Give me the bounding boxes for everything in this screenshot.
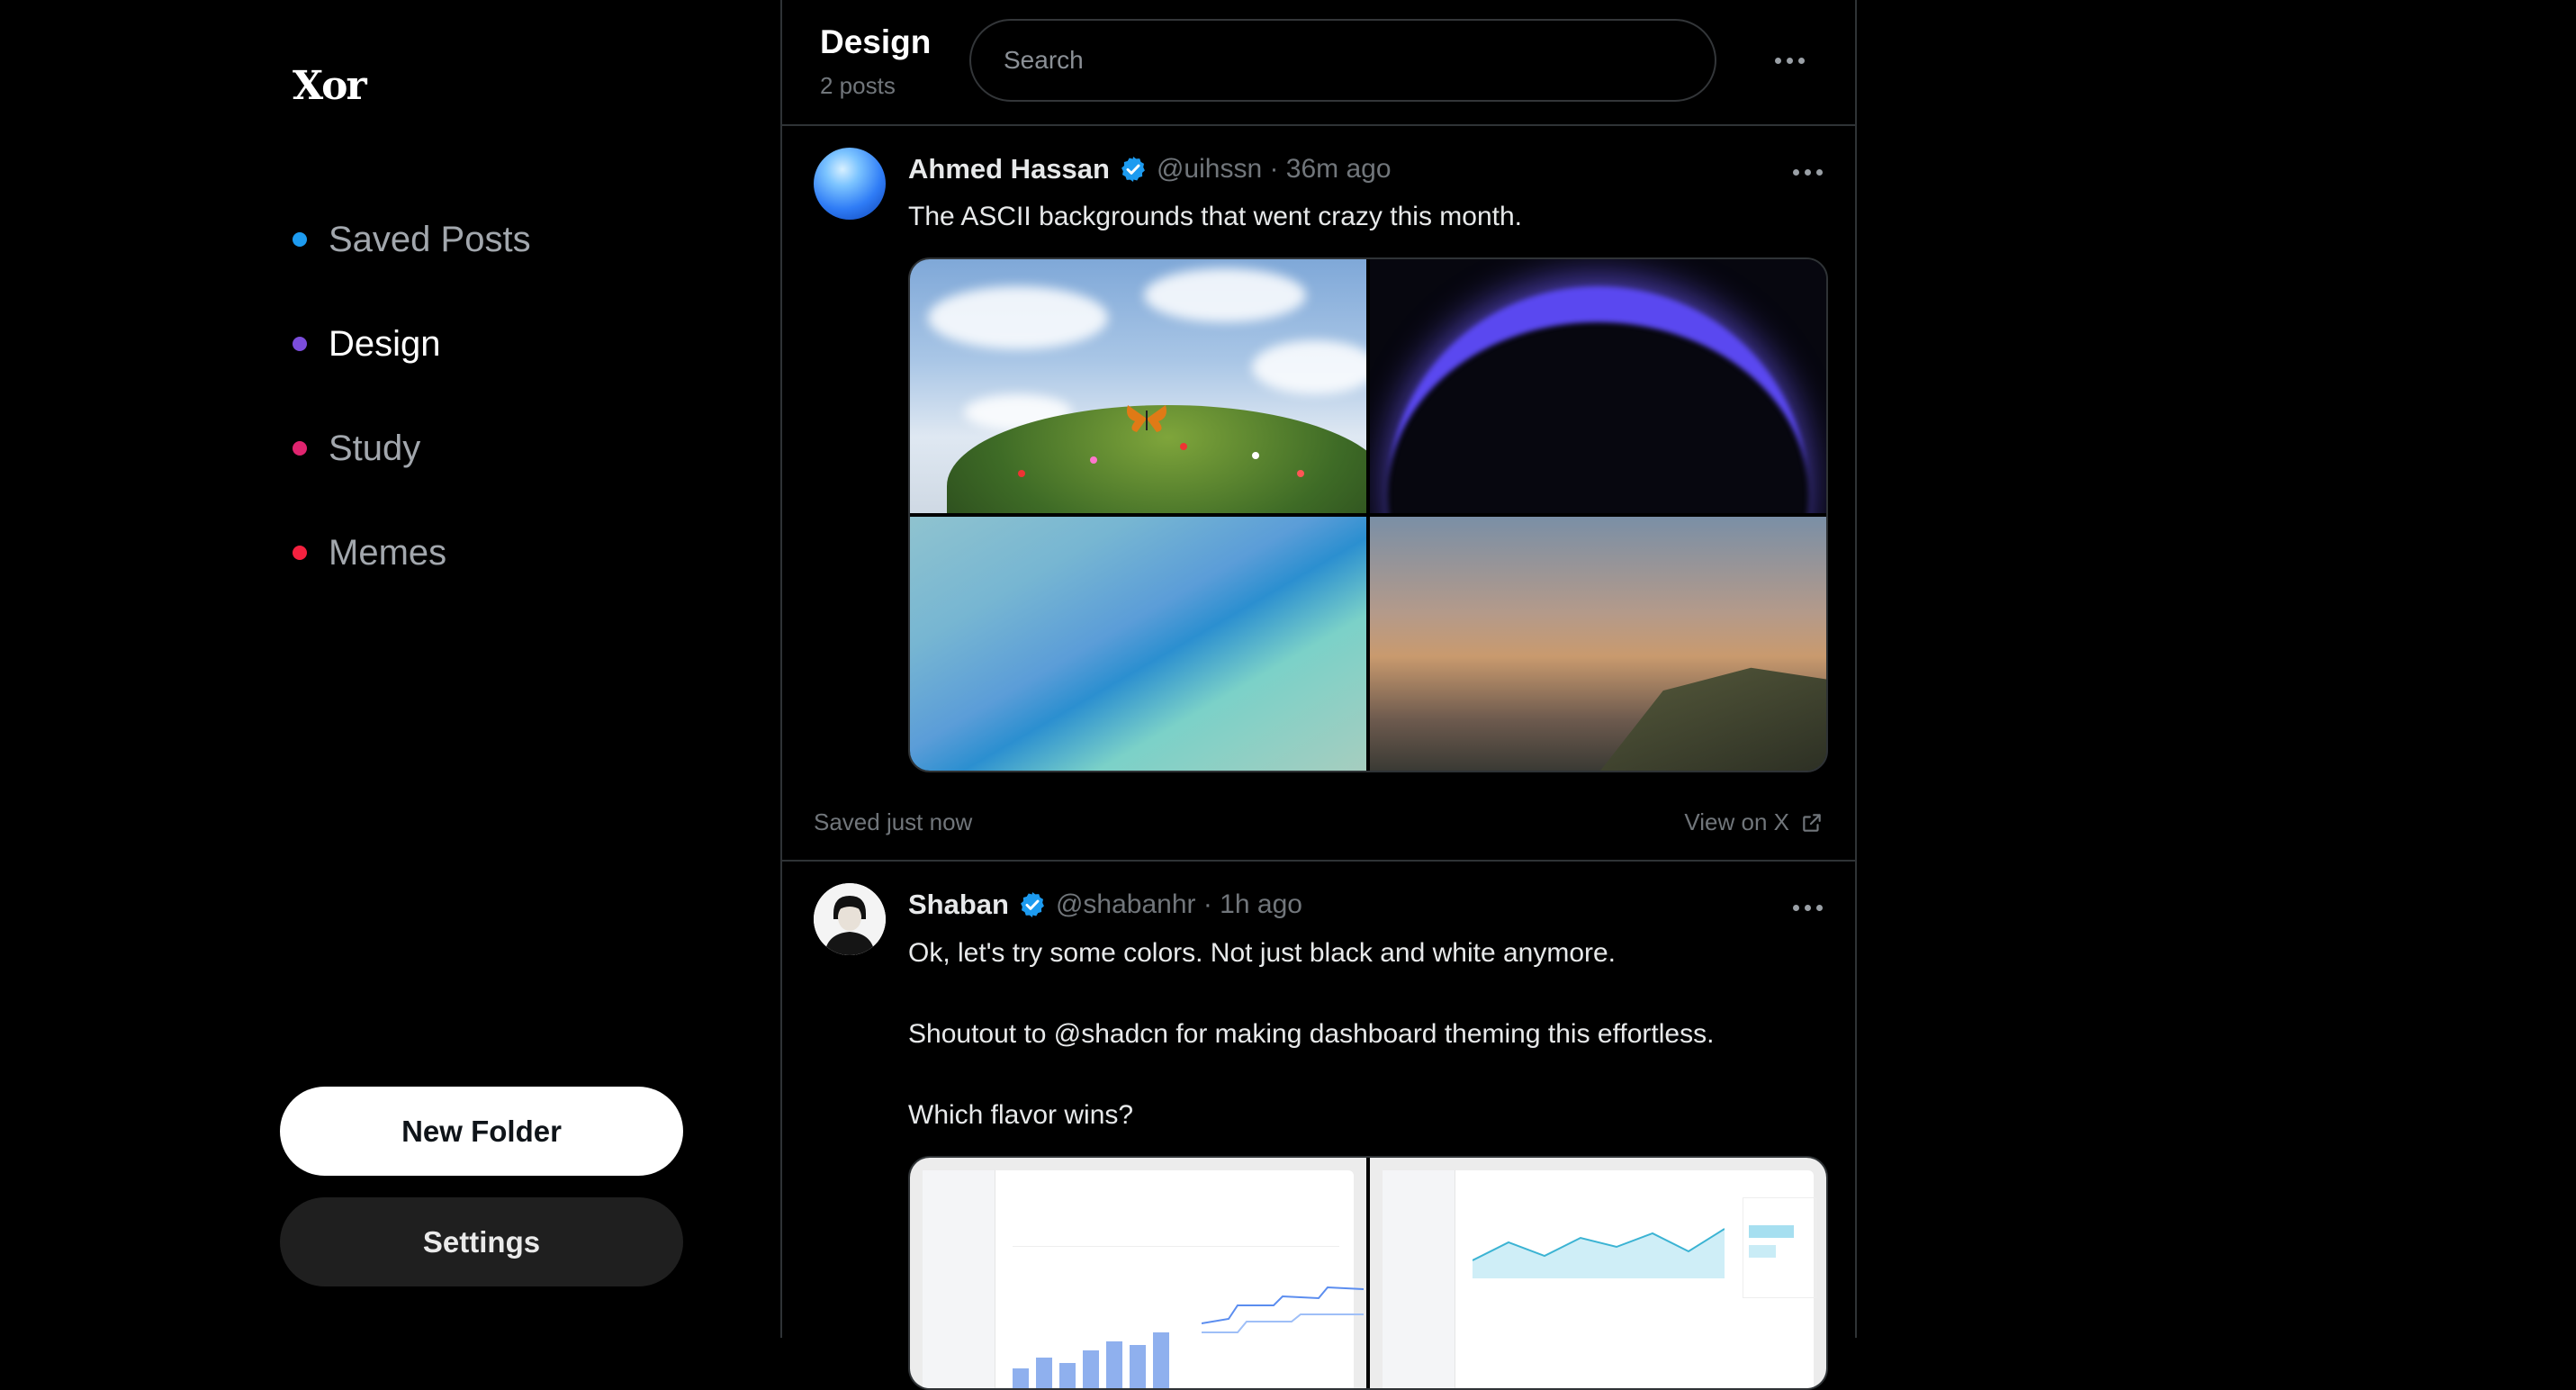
person-portrait-icon xyxy=(814,883,886,955)
post-more-icon[interactable] xyxy=(1793,169,1823,176)
feed-column: Design 2 posts Ahmed Hassan @uihssn · 36… xyxy=(780,0,1857,1390)
post-footer: Saved just now View on X xyxy=(814,808,1824,836)
external-link-icon xyxy=(1803,813,1821,832)
folder-color-dot xyxy=(293,337,307,351)
page-title: Design xyxy=(820,23,932,60)
media-image[interactable] xyxy=(910,517,1366,771)
app-logo[interactable]: Xor xyxy=(293,63,367,109)
post-card: Ahmed Hassan @uihssn · 36m ago The ASCII… xyxy=(782,126,1855,860)
area-chart-icon xyxy=(1473,1228,1725,1278)
folder-header: Design 2 posts xyxy=(782,0,1855,126)
media-image[interactable] xyxy=(910,259,1366,513)
media-image[interactable] xyxy=(1370,517,1826,771)
media-image[interactable] xyxy=(910,1158,1366,1388)
folder-color-dot xyxy=(293,232,307,247)
view-on-x-link[interactable]: View on X xyxy=(1684,808,1824,836)
search-input[interactable] xyxy=(1002,45,1715,76)
post-text: The ASCII backgrounds that went crazy th… xyxy=(908,202,1523,231)
verified-badge-icon xyxy=(1021,892,1044,917)
post-more-icon[interactable] xyxy=(1793,905,1823,911)
sidebar-item-saved-posts[interactable]: Saved Posts xyxy=(293,187,531,292)
folder-color-dot xyxy=(293,441,307,456)
butterfly-icon xyxy=(1127,405,1166,432)
sidebar-item-label: Memes xyxy=(329,532,447,573)
folder-color-dot xyxy=(293,546,307,560)
saved-time: Saved just now xyxy=(814,808,973,835)
handle-and-time: @shabanhr · 1h ago xyxy=(1055,889,1302,919)
author-name[interactable]: Shaban xyxy=(908,889,1009,921)
sidebar-item-label: Saved Posts xyxy=(329,219,531,259)
author-name[interactable]: Ahmed Hassan xyxy=(908,153,1110,185)
post-card: Shaban @shabanhr · 1h ago Ok, let's try … xyxy=(782,862,1855,1390)
post-media-grid[interactable] xyxy=(908,257,1828,772)
sidebar-item-memes[interactable]: Memes xyxy=(293,501,531,605)
media-image[interactable] xyxy=(1370,1158,1826,1388)
view-on-x-label: View on X xyxy=(1684,808,1789,835)
sidebar-item-label: Study xyxy=(329,428,421,468)
settings-button[interactable]: Settings xyxy=(280,1197,683,1286)
search-box[interactable] xyxy=(969,19,1716,102)
folder-nav: Saved Posts Design Study Memes xyxy=(293,187,531,605)
sidebar-item-study[interactable]: Study xyxy=(293,396,531,501)
post-byline: Shaban @shabanhr · 1h ago xyxy=(908,889,1302,921)
line-sparkline-icon xyxy=(1202,1286,1364,1333)
sidebar-item-label: Design xyxy=(329,323,441,364)
post-media-grid[interactable] xyxy=(908,1156,1828,1390)
media-image[interactable] xyxy=(1370,259,1826,513)
post-text: Ok, let's try some colors. Not just blac… xyxy=(908,938,1715,1130)
handle-and-time: @uihssn · 36m ago xyxy=(1156,154,1392,184)
post-count: 2 posts xyxy=(820,72,896,99)
more-options-icon[interactable] xyxy=(1775,58,1805,64)
avatar[interactable] xyxy=(814,883,886,955)
post-byline: Ahmed Hassan @uihssn · 36m ago xyxy=(908,153,1392,185)
new-folder-button[interactable]: New Folder xyxy=(280,1087,683,1176)
avatar[interactable] xyxy=(814,148,886,220)
sidebar-item-design[interactable]: Design xyxy=(293,292,531,396)
verified-badge-icon xyxy=(1121,157,1145,182)
